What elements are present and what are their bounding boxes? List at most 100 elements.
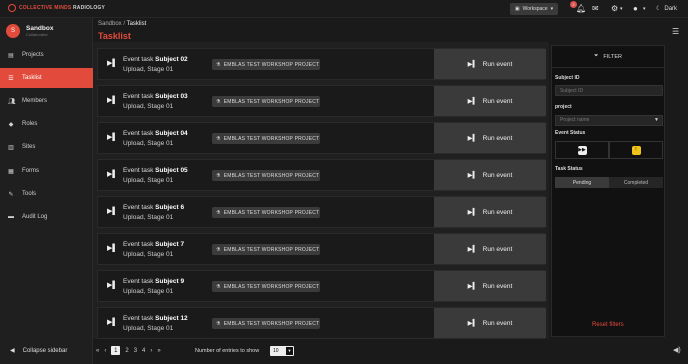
brand[interactable]: COLLECTIVE MINDS RADIOLOGY xyxy=(8,4,105,12)
task-subject: Subject 7 xyxy=(155,241,185,248)
task-stage: Upload, Stage 01 xyxy=(123,288,174,295)
task-row: ▶▌ Event task Subject 05 Upload, Stage 0… xyxy=(97,159,546,191)
sidebar-item-tasklist[interactable]: ☰ Tasklist xyxy=(0,68,93,88)
bell-icon[interactable]: 🔔︎ xyxy=(576,3,586,15)
sidebar-item-sites[interactable]: ▥ Sites xyxy=(0,137,93,157)
sidebar-item-forms[interactable]: ▦ Forms xyxy=(0,161,93,181)
reset-filters-link[interactable]: Reset filters xyxy=(592,322,624,328)
run-event-button[interactable]: ▶▍ Run event xyxy=(434,49,546,79)
run-event-button[interactable]: ▶▍ Run event xyxy=(434,234,546,264)
theme-toggle[interactable]: ☾ Dark xyxy=(656,3,677,15)
brand-prefix: COLLECTIVE MINDS xyxy=(19,5,72,11)
flask-icon: ⚗ xyxy=(216,246,221,253)
event-task-icon: ▶▌ xyxy=(107,208,118,215)
last-page-icon[interactable]: » xyxy=(157,348,160,354)
speaker-icon[interactable]: ◀) xyxy=(673,346,681,354)
play-icon: ▶▍ xyxy=(467,135,478,142)
play-icon: ▶▍ xyxy=(467,98,478,105)
workspace-dropdown[interactable]: ▣ Workspace ▾ xyxy=(510,3,558,15)
page-1[interactable]: 1 xyxy=(111,346,121,355)
avatar: S xyxy=(6,24,20,38)
task-row: ▶▌ Event task Subject 9 Upload, Stage 01… xyxy=(97,270,546,302)
breadcrumb-current: Tasklist xyxy=(126,21,147,27)
building-icon: ▥ xyxy=(8,144,14,151)
entries-value: 10 xyxy=(273,348,279,354)
chat-icon[interactable]: ✉ xyxy=(592,3,599,15)
task-list: ▶▌ Event task Subject 02 Upload, Stage 0… xyxy=(93,42,549,339)
moon-icon: ☾ xyxy=(656,6,662,12)
prev-page-icon[interactable]: ‹ xyxy=(104,348,106,354)
completed-toggle[interactable]: Completed xyxy=(609,177,663,188)
run-event-button[interactable]: ▶▍ Run event xyxy=(434,308,546,338)
list-icon: ☰ xyxy=(8,75,14,82)
run-event-button[interactable]: ▶▍ Run event xyxy=(434,123,546,153)
run-event-button[interactable]: ▶▍ Run event xyxy=(434,271,546,301)
project-chip: ⚗ EMBLAS TEST WORKSHOP PROJECT xyxy=(212,318,320,329)
task-stage: Upload, Stage 01 xyxy=(123,177,174,184)
task-stage: Upload, Stage 01 xyxy=(123,251,174,258)
event-status-label: Event Status xyxy=(555,130,586,136)
task-row: ▶▌ Event task Subject 03 Upload, Stage 0… xyxy=(97,85,546,117)
page-title: Tasklist xyxy=(98,31,131,41)
project-label: project xyxy=(555,104,572,110)
breadcrumb-root[interactable]: Sandbox xyxy=(98,21,122,27)
next-page-icon[interactable]: › xyxy=(150,348,152,354)
flask-icon: ⚗ xyxy=(216,283,221,290)
page-3[interactable]: 3 xyxy=(134,348,137,354)
fast-forward-icon: ▶▶ xyxy=(577,145,587,155)
user-role: Collaborator xyxy=(26,32,48,37)
page-2[interactable]: 2 xyxy=(125,348,128,354)
collapse-sidebar-button[interactable]: ◀ Collapse sidebar xyxy=(10,347,67,355)
user-icon[interactable]: ● xyxy=(633,3,638,15)
task-subject: Subject 02 xyxy=(155,56,188,63)
first-page-icon[interactable]: « xyxy=(96,348,99,354)
run-event-button[interactable]: ▶▍ Run event xyxy=(434,197,546,227)
user-profile[interactable]: S Sandbox Collaborator xyxy=(6,24,53,38)
brand-suffix: RADIOLOGY xyxy=(72,5,106,11)
user-name: Sandbox xyxy=(26,25,54,32)
entries-select[interactable]: 10 ▼ xyxy=(270,346,294,356)
event-task-icon: ▶▌ xyxy=(107,60,118,67)
theme-label: Dark xyxy=(664,6,678,12)
flask-icon: ⚗ xyxy=(216,135,221,142)
filter-title: FILTER xyxy=(603,53,622,60)
subject-id-input[interactable] xyxy=(555,85,663,96)
audit-icon: ▬ xyxy=(8,214,14,220)
task-subject: Subject 05 xyxy=(155,167,188,174)
filter-header[interactable]: ⏷ FILTER xyxy=(552,46,664,68)
play-icon: ▶▍ xyxy=(467,246,478,253)
gear-icon[interactable]: ⚙ xyxy=(611,3,618,15)
project-chip: ⚗ EMBLAS TEST WORKSHOP PROJECT xyxy=(212,133,320,144)
sidebar-item-roles[interactable]: ◆ Roles xyxy=(0,114,93,134)
flask-icon: ⚗ xyxy=(216,172,221,179)
project-chip: ⚗ EMBLAS TEST WORKSHOP PROJECT xyxy=(212,59,320,70)
sidebar-item-tools[interactable]: ✎ Tools xyxy=(0,184,93,204)
brand-logo-icon xyxy=(8,4,16,12)
sidebar-item-projects[interactable]: ▤ Projects xyxy=(0,45,93,65)
task-row: ▶▌ Event task Subject 02 Upload, Stage 0… xyxy=(97,48,546,80)
event-task-icon: ▶▌ xyxy=(107,171,118,178)
project-select[interactable]: Project name ▼ xyxy=(555,115,663,126)
tools-icon: ✎ xyxy=(8,191,14,198)
pending-toggle[interactable]: Pending xyxy=(555,177,609,188)
status-option-warning[interactable]: ! xyxy=(609,141,663,159)
run-event-button[interactable]: ▶▍ Run event xyxy=(434,160,546,190)
sidebar-item-members[interactable]: 👥︎ Members xyxy=(0,91,93,111)
task-subject: Subject 12 xyxy=(155,315,188,322)
breadcrumb: Sandbox / Tasklist xyxy=(98,21,146,27)
notification-badge: 2 xyxy=(570,1,577,8)
chevron-down-icon: ▾ xyxy=(550,6,554,12)
sidebar-item-audit-log[interactable]: ▬ Audit Log xyxy=(0,207,93,227)
menu-icon[interactable]: ☰ xyxy=(672,27,679,36)
task-stage: Upload, Stage 01 xyxy=(123,214,174,221)
task-stage: Upload, Stage 01 xyxy=(123,103,174,110)
warning-icon: ! xyxy=(631,145,641,155)
task-subject: Subject 04 xyxy=(155,130,188,137)
run-event-button[interactable]: ▶▍ Run event xyxy=(434,86,546,116)
page-4[interactable]: 4 xyxy=(142,348,145,354)
play-icon: ▶▍ xyxy=(467,283,478,290)
status-option-active[interactable]: ▶▶ xyxy=(555,141,609,159)
task-subject: Subject 9 xyxy=(155,278,185,285)
project-chip: ⚗ EMBLAS TEST WORKSHOP PROJECT xyxy=(212,96,320,107)
event-task-icon: ▶▌ xyxy=(107,97,118,104)
